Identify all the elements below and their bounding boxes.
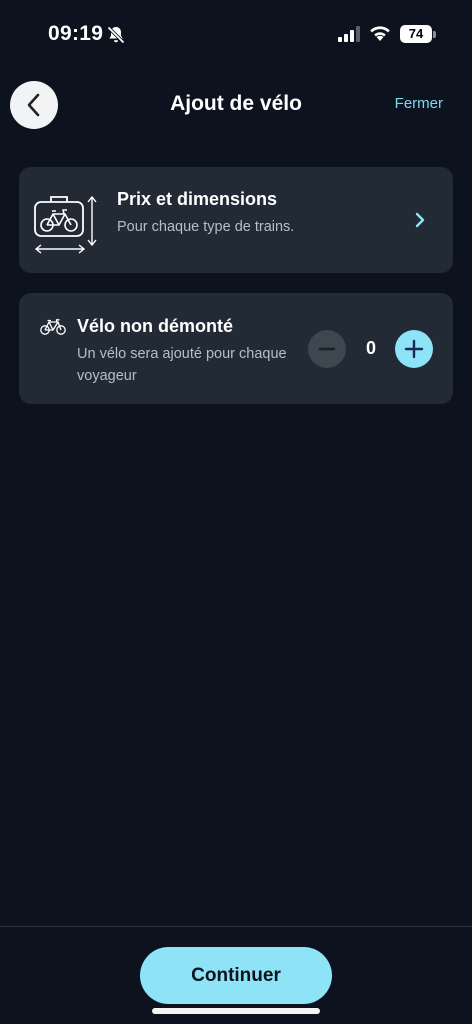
bicycle-icon [40, 319, 66, 335]
wifi-icon [370, 26, 390, 41]
decrement-button[interactable] [308, 330, 346, 368]
price-dimensions-card[interactable]: Prix et dimensions Pour chaque type de t… [19, 167, 453, 273]
footer-divider [0, 926, 472, 927]
info-card-subtitle: Pour chaque type de trains. [117, 219, 295, 235]
status-bar: 09:19 74 [0, 0, 472, 70]
battery-level: 74 [408, 26, 424, 41]
bike-count: 0 [365, 338, 376, 358]
plus-icon [404, 339, 424, 359]
close-link[interactable]: Fermer [395, 95, 443, 112]
battery-icon: 74 [400, 25, 432, 43]
minus-icon [318, 347, 336, 351]
bell-slash-icon [107, 26, 125, 44]
bike-case-dimensions-icon [34, 195, 97, 254]
bike-option-title: Vélo non démonté [77, 316, 234, 336]
battery-cap [433, 31, 436, 38]
cellular-signal-icon [338, 26, 360, 42]
home-indicator[interactable] [152, 1008, 320, 1014]
info-card-title: Prix et dimensions [117, 189, 278, 209]
screen: 09:19 74 Ajout de vélo Fermer Prix et di… [0, 0, 472, 1024]
bike-option-card: Vélo non démonté Un vélo sera ajouté pou… [19, 293, 453, 404]
increment-button[interactable] [395, 330, 433, 368]
bike-option-description: Un vélo sera ajouté pour chaque voyageur [77, 346, 287, 384]
status-time: 09:19 [48, 22, 104, 45]
chevron-right-icon [415, 212, 425, 228]
continue-button[interactable]: Continuer [140, 947, 332, 1004]
